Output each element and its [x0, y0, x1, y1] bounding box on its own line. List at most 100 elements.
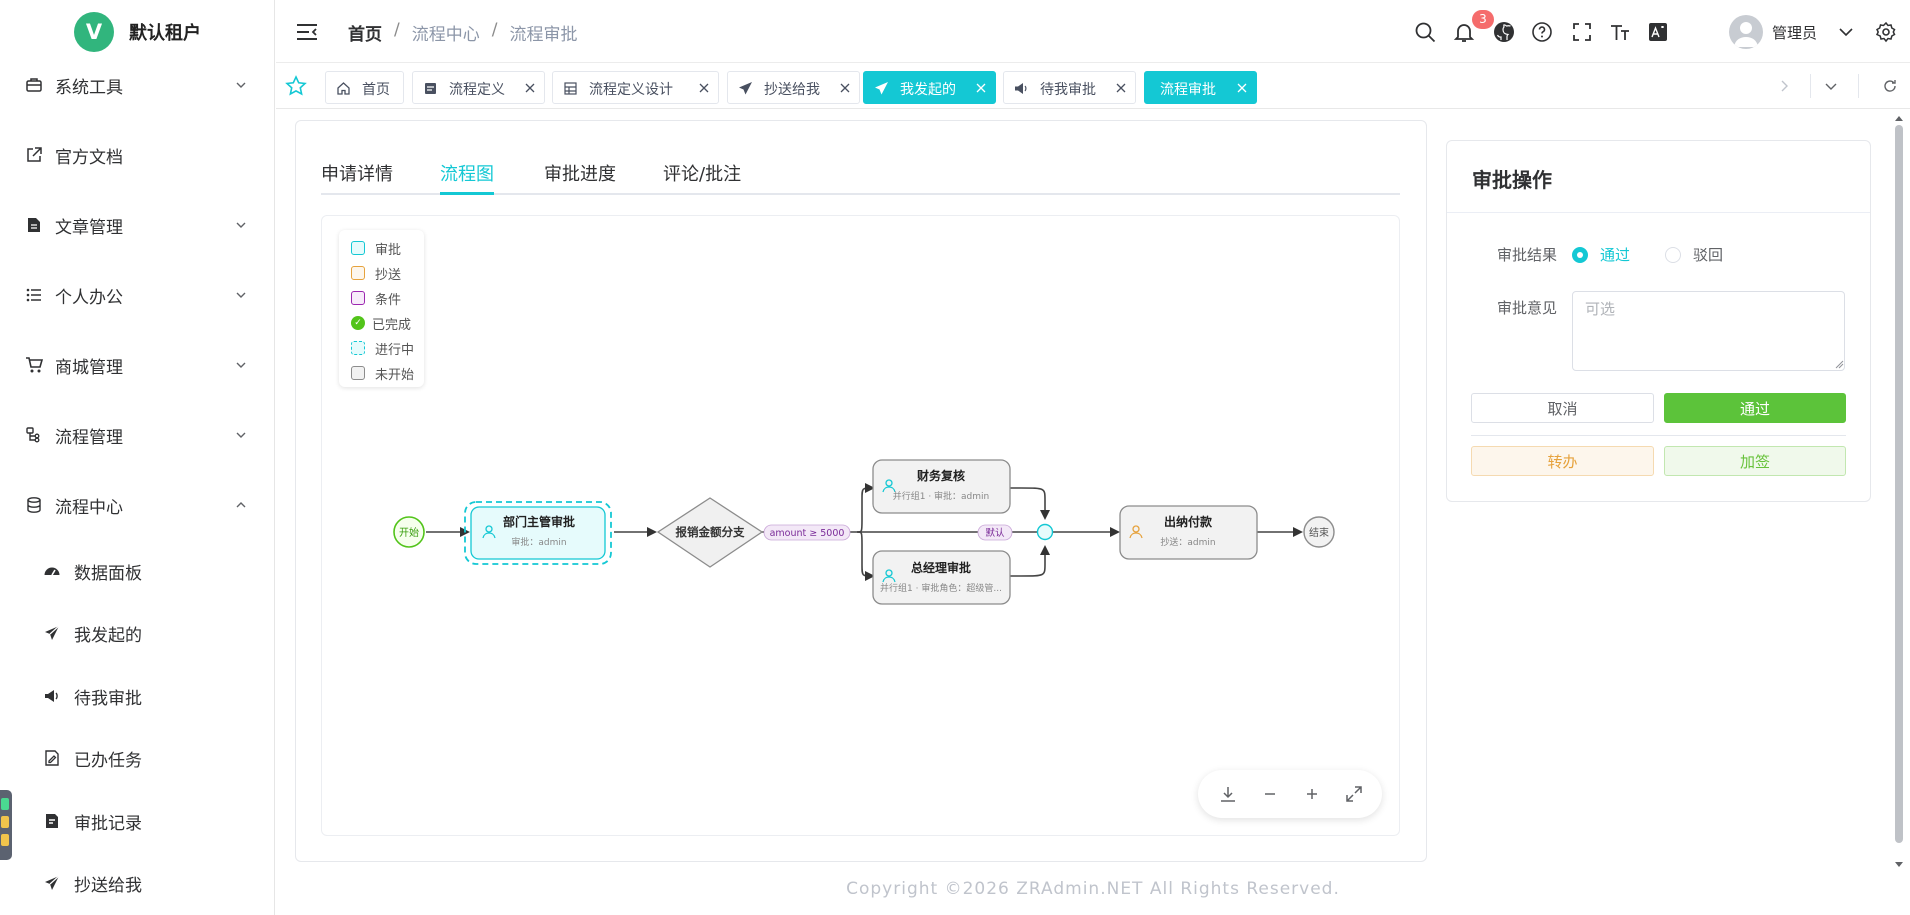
chevron-down-icon[interactable] [1838, 24, 1854, 40]
approval-title: 审批操作 [1472, 168, 1552, 192]
scroll-down-icon[interactable] [1895, 861, 1903, 869]
resize-handle-icon[interactable] [1835, 360, 1844, 369]
default-text: 默认 [985, 527, 1005, 539]
breadcrumb-level2: 流程审批 [509, 25, 578, 45]
sidebar-item-personal-office[interactable]: 个人办公 [0, 270, 274, 320]
tab-approval-progress[interactable]: 审批进度 [544, 160, 616, 186]
sidebar-item-mall[interactable]: 商城管理 [0, 340, 274, 390]
close-icon[interactable] [698, 82, 710, 94]
tab-flowchart[interactable]: 流程图 [440, 160, 494, 186]
cancel-button[interactable]: 取消 [1471, 393, 1654, 423]
radio-pass[interactable]: 通过 [1572, 244, 1630, 265]
tab-comments[interactable]: 评论/批注 [663, 160, 741, 186]
parallel-join-node [1036, 523, 1054, 541]
close-icon[interactable] [524, 82, 536, 94]
divider [1810, 74, 1811, 98]
legend-item-done: ✓ 已完成 [351, 313, 411, 333]
fullscreen-icon[interactable] [1571, 21, 1593, 43]
refresh-icon[interactable] [1882, 78, 1898, 94]
gear-icon[interactable] [1875, 21, 1897, 43]
condition-label: amount ≥ 5000 [763, 524, 851, 541]
chevron-down-icon [236, 432, 246, 438]
sidebar-item-label: 个人办公 [55, 287, 123, 308]
logo[interactable]: V 默认租户 [74, 12, 201, 52]
tab-apply-detail[interactable]: 申请详情 [321, 160, 393, 186]
edge-finance-join [1010, 487, 1050, 520]
scroll-up-icon[interactable] [1895, 114, 1903, 122]
tab-pending-approval[interactable]: 待我审批 [1003, 71, 1136, 104]
comment-textarea[interactable]: 可选 [1572, 291, 1845, 371]
sidebar-subitem-approval-records[interactable]: 审批记录 [0, 796, 274, 846]
sidebar-item-flow-center[interactable]: 流程中心 [0, 480, 274, 530]
search-icon[interactable] [1414, 21, 1436, 43]
home-icon [337, 82, 350, 95]
flow-node-cashier-payment[interactable]: 出纳付款 抄送：admin [1119, 505, 1258, 560]
sidebar-subitem-pending-approval[interactable]: 待我审批 [0, 671, 274, 721]
toolbox-icon [26, 78, 42, 92]
avatar[interactable] [1729, 15, 1763, 49]
tab-flow-definition[interactable]: 流程定义 [412, 71, 545, 104]
send-icon [45, 875, 60, 890]
drag-handle[interactable] [0, 790, 12, 860]
chevron-right-icon[interactable] [1776, 78, 1792, 94]
help-icon[interactable] [1531, 21, 1553, 43]
sidebar-subitem-done-tasks[interactable]: 已办任务 [0, 733, 274, 783]
flow-node-dept-approval[interactable]: 部门主管审批 审批：admin [464, 501, 612, 565]
tab-flow-approval[interactable]: 流程审批 [1144, 71, 1257, 104]
flow-node-finance-review[interactable]: 财务复核 并行组1 · 审批：admin [872, 459, 1011, 514]
close-icon[interactable] [839, 82, 851, 94]
tab-label: 我发起的 [900, 82, 956, 98]
divider [1447, 212, 1870, 213]
zoom-out-icon[interactable] [1260, 784, 1280, 804]
node-title: 总经理审批 [911, 560, 971, 575]
add-sign-button[interactable]: 加签 [1664, 446, 1846, 476]
divider [1471, 435, 1846, 436]
tab-flow-definition-design[interactable]: 流程定义设计 [552, 71, 719, 104]
star-icon[interactable] [285, 75, 307, 97]
flow-node-gm-approval[interactable]: 总经理审批 并行组1 · 审批角色：超级管... [872, 550, 1011, 605]
sidebar-item-official-docs[interactable]: 官方文档 [0, 130, 274, 180]
flow-condition-node[interactable]: 报销金额分支 [656, 497, 764, 568]
tab-home[interactable]: 首页 [325, 71, 404, 104]
tab-cc-me[interactable]: 抄送给我 [727, 71, 860, 104]
translate-icon[interactable] [1647, 21, 1669, 43]
fit-screen-icon[interactable] [1344, 784, 1364, 804]
legend-item-condition: 条件 [351, 288, 401, 308]
close-icon[interactable] [1236, 82, 1248, 94]
approve-button[interactable]: 通过 [1664, 393, 1846, 423]
breadcrumb-home[interactable]: 首页 [348, 20, 382, 45]
sidebar-item-label: 文章管理 [55, 217, 123, 238]
database-icon [27, 497, 41, 513]
tab-label: 抄送给我 [764, 82, 820, 98]
zoom-in-icon[interactable] [1302, 784, 1322, 804]
megaphone-icon [45, 690, 58, 702]
transfer-button[interactable]: 转办 [1471, 446, 1654, 476]
legend-label: 进行中 [375, 342, 415, 358]
chevron-down-icon [236, 292, 246, 298]
sidebar: V 默认租户 系统工具 官方文档 文章管理 个人办公 商城管理 流程管理 流程中… [0, 0, 275, 915]
bell-icon[interactable] [1453, 21, 1475, 43]
font-size-icon[interactable] [1609, 21, 1631, 43]
sidebar-item-system-tools[interactable]: 系统工具 [0, 60, 274, 110]
sidebar-item-flow-management[interactable]: 流程管理 [0, 410, 274, 460]
chevron-down-icon[interactable] [1823, 78, 1839, 94]
close-icon[interactable] [1115, 82, 1127, 94]
flow-start-node[interactable]: 开始 [393, 516, 425, 548]
sidebar-item-label: 系统工具 [55, 77, 123, 98]
radio-reject[interactable]: 驳回 [1665, 244, 1723, 265]
tab-my-initiated[interactable]: 我发起的 [863, 71, 996, 104]
approve-swatch [351, 241, 365, 255]
github-icon[interactable] [1493, 21, 1515, 43]
user-name[interactable]: 管理员 [1772, 22, 1817, 43]
vertical-scrollbar[interactable] [1895, 125, 1903, 843]
sidebar-subitem-dashboard[interactable]: 数据面板 [0, 546, 274, 596]
close-icon[interactable] [975, 82, 987, 94]
tab-label: 待我审批 [1040, 82, 1096, 98]
sidebar-item-articles[interactable]: 文章管理 [0, 200, 274, 250]
flow-end-node[interactable]: 结束 [1303, 516, 1335, 548]
download-icon[interactable] [1218, 784, 1238, 804]
sidebar-subitem-cc-me[interactable]: 抄送给我 [0, 858, 274, 908]
sidebar-subitem-my-initiated[interactable]: 我发起的 [0, 608, 274, 658]
hamburger-icon[interactable] [296, 22, 318, 42]
legend-label: 未开始 [375, 367, 415, 383]
